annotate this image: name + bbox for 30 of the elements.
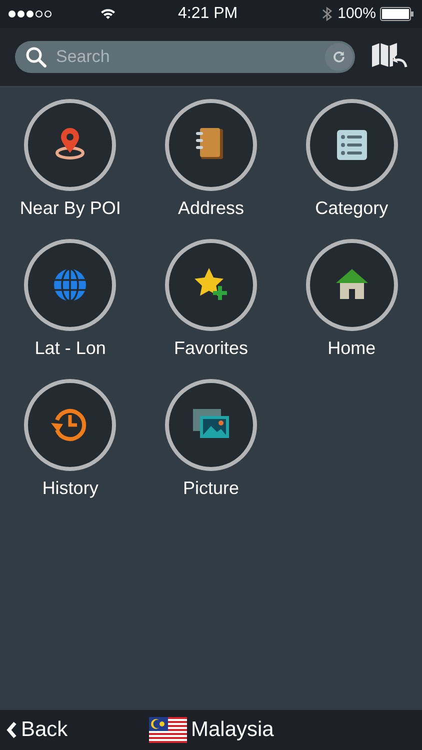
menu-label: Favorites	[174, 337, 248, 360]
back-button[interactable]: Back	[0, 714, 68, 746]
menu-item[interactable]: Address	[140, 99, 282, 239]
menu-item[interactable]: Lat - Lon	[0, 239, 141, 379]
menu-label: Picture	[182, 477, 239, 500]
search-icon	[25, 46, 47, 68]
menu-label: Address	[178, 197, 244, 220]
menu-label: Home	[328, 337, 376, 360]
chevron-left-icon	[6, 721, 17, 739]
menu-item[interactable]: Home	[281, 239, 422, 379]
menu-item[interactable]: Near By POI	[0, 99, 141, 239]
menu-item[interactable]: Category	[281, 99, 422, 239]
bluetooth-icon	[322, 6, 332, 22]
clock-time: 4:21 PM	[178, 4, 238, 24]
refresh-button[interactable]	[325, 43, 353, 71]
battery-icon	[380, 7, 414, 21]
country-name: Malaysia	[191, 717, 274, 744]
battery-percent: 100%	[338, 4, 376, 24]
menu-label: Lat - Lon	[34, 337, 106, 360]
menu-item[interactable]: Favorites	[140, 239, 282, 379]
refresh-icon	[332, 50, 346, 64]
flag-icon	[149, 717, 187, 743]
menu-label: History	[42, 477, 98, 500]
menu-label: Near By POI	[20, 197, 121, 220]
menu-item[interactable]: History	[0, 379, 141, 519]
menu-item[interactable]: Picture	[140, 379, 282, 519]
search-bar[interactable]: Search	[15, 41, 355, 73]
menu-label: Category	[315, 197, 388, 220]
wifi-icon	[100, 8, 116, 20]
signal-icon	[8, 10, 54, 18]
